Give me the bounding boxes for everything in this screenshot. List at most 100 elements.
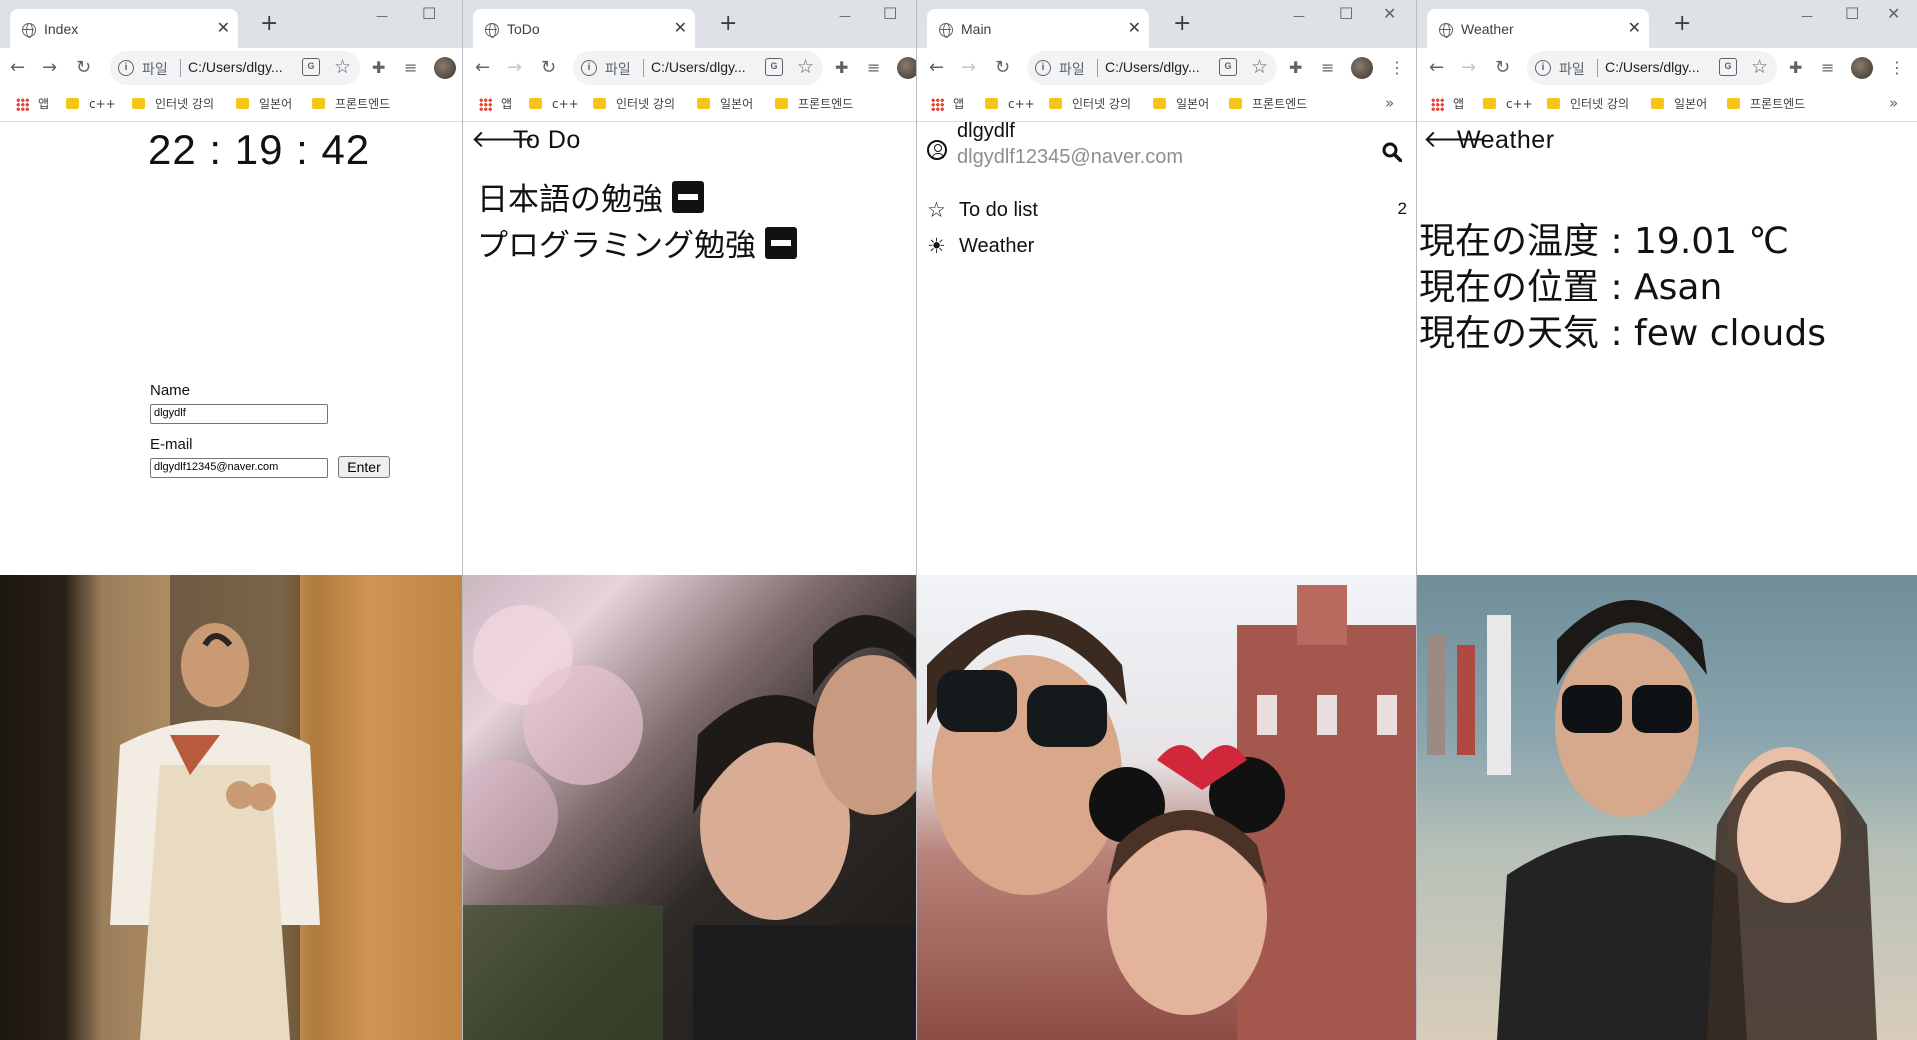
new-tab-button[interactable]: +: [1673, 10, 1691, 38]
address-bar[interactable]: i 파일 C:/Users/dlgy... G ☆: [1027, 51, 1277, 85]
bookmark-star-icon[interactable]: ☆: [797, 56, 814, 78]
bookmark-star-icon[interactable]: ☆: [1251, 56, 1268, 78]
tab-close-button[interactable]: ✕: [217, 18, 230, 38]
profile-avatar[interactable]: [434, 57, 456, 79]
reload-icon[interactable]: ↻: [541, 56, 556, 80]
bookmark-folder-frontend[interactable]: 프론트엔드: [1727, 96, 1805, 112]
address-bar[interactable]: i 파일 C:/Users/dlgy... G ☆: [573, 51, 823, 85]
close-window-button[interactable]: ✕: [1383, 4, 1396, 24]
minimize-button[interactable]: —: [1293, 6, 1305, 26]
enter-button[interactable]: Enter: [338, 456, 390, 478]
tab-weather[interactable]: Weather ✕: [1427, 9, 1649, 48]
more-bookmarks-icon[interactable]: »: [1385, 94, 1394, 112]
address-bar[interactable]: i 파일 C:/Users/dlgy... G ☆: [1527, 51, 1777, 85]
bookmark-folder-japanese[interactable]: 일본어: [236, 96, 292, 112]
translate-icon[interactable]: G: [1719, 58, 1737, 76]
forward-arrow-icon[interactable]: →: [42, 56, 57, 80]
profile-avatar[interactable]: [1851, 57, 1873, 79]
back-arrow-icon[interactable]: ←: [475, 56, 490, 80]
close-window-button[interactable]: ✕: [1887, 4, 1900, 24]
back-arrow-icon[interactable]: ←: [10, 56, 25, 80]
tab-main[interactable]: Main ✕: [927, 9, 1149, 48]
reload-icon[interactable]: ↻: [76, 56, 91, 80]
minimize-button[interactable]: —: [376, 6, 388, 26]
reading-list-icon[interactable]: ≡: [1321, 57, 1334, 79]
apps-grid-icon[interactable]: [931, 98, 944, 111]
bookmark-folder-cpp[interactable]: c++: [529, 96, 579, 112]
bookmark-folder-lectures[interactable]: 인터넷 강의: [1547, 96, 1629, 112]
search-icon[interactable]: [1382, 142, 1402, 162]
info-icon[interactable]: i: [1035, 60, 1051, 76]
name-field[interactable]: dlgydlf: [150, 404, 328, 424]
info-icon[interactable]: i: [118, 60, 134, 76]
bookmark-folder-lectures[interactable]: 인터넷 강의: [593, 96, 675, 112]
new-tab-button[interactable]: +: [260, 10, 278, 38]
bookmark-folder-frontend[interactable]: 프론트엔드: [1229, 96, 1307, 112]
apps-grid-icon[interactable]: [479, 98, 492, 111]
delete-minus-icon[interactable]: [765, 227, 797, 259]
forward-arrow-icon[interactable]: →: [1461, 56, 1476, 80]
reading-list-icon[interactable]: ≡: [1821, 57, 1834, 79]
tab-close-button[interactable]: ✕: [674, 18, 687, 38]
minimize-button[interactable]: —: [1801, 6, 1813, 26]
bookmark-apps[interactable]: 앱: [1453, 96, 1464, 112]
bookmark-apps[interactable]: 앱: [38, 96, 49, 112]
bookmark-folder-cpp[interactable]: c++: [66, 96, 116, 112]
back-arrow-icon[interactable]: ←: [929, 56, 944, 80]
forward-arrow-icon[interactable]: →: [961, 56, 976, 80]
bookmark-folder-frontend[interactable]: 프론트엔드: [775, 96, 853, 112]
bookmark-folder-lectures[interactable]: 인터넷 강의: [132, 96, 214, 112]
translate-icon[interactable]: G: [1219, 58, 1237, 76]
profile-avatar[interactable]: [897, 57, 916, 79]
bookmark-apps[interactable]: 앱: [953, 96, 964, 112]
url-text[interactable]: C:/Users/dlgy...: [1605, 59, 1700, 75]
reload-icon[interactable]: ↻: [995, 56, 1010, 80]
delete-minus-icon[interactable]: [672, 181, 704, 213]
new-tab-button[interactable]: +: [719, 10, 737, 38]
reading-list-icon[interactable]: ≡: [404, 57, 417, 79]
maximize-button[interactable]: ☐: [422, 4, 436, 24]
bookmark-apps[interactable]: 앱: [501, 96, 512, 112]
forward-arrow-icon[interactable]: →: [507, 56, 522, 80]
maximize-button[interactable]: ☐: [1339, 4, 1353, 24]
more-menu-icon[interactable]: ⋮: [1889, 57, 1905, 79]
more-bookmarks-icon[interactable]: »: [1889, 94, 1898, 112]
back-arrow-icon[interactable]: ←: [1429, 56, 1444, 80]
tab-index[interactable]: Index ✕: [10, 9, 238, 48]
bookmark-folder-frontend[interactable]: 프론트엔드: [312, 96, 390, 112]
url-text[interactable]: C:/Users/dlgy...: [188, 59, 283, 75]
bookmark-folder-cpp[interactable]: c++: [1483, 96, 1533, 112]
more-menu-icon[interactable]: ⋮: [1389, 57, 1405, 79]
info-icon[interactable]: i: [1535, 60, 1551, 76]
extensions-icon[interactable]: ✚: [835, 57, 848, 79]
minimize-button[interactable]: —: [839, 6, 851, 26]
tab-close-button[interactable]: ✕: [1628, 18, 1641, 38]
email-field[interactable]: dlgydlf12345@naver.com: [150, 458, 328, 478]
maximize-button[interactable]: ☐: [883, 4, 897, 24]
apps-grid-icon[interactable]: [16, 98, 29, 111]
profile-avatar[interactable]: [1351, 57, 1373, 79]
new-tab-button[interactable]: +: [1173, 10, 1191, 38]
bookmark-folder-lectures[interactable]: 인터넷 강의: [1049, 96, 1131, 112]
bookmark-star-icon[interactable]: ☆: [334, 56, 351, 78]
apps-grid-icon[interactable]: [1431, 98, 1444, 111]
translate-icon[interactable]: G: [765, 58, 783, 76]
menu-item-todo-list[interactable]: ☆ To do list 2: [927, 196, 1407, 226]
bookmark-folder-japanese[interactable]: 일본어: [697, 96, 753, 112]
url-text[interactable]: C:/Users/dlgy...: [1105, 59, 1200, 75]
extensions-icon[interactable]: ✚: [1789, 57, 1802, 79]
info-icon[interactable]: i: [581, 60, 597, 76]
reading-list-icon[interactable]: ≡: [867, 57, 880, 79]
bookmark-folder-japanese[interactable]: 일본어: [1153, 96, 1209, 112]
bookmark-folder-cpp[interactable]: c++: [985, 96, 1035, 112]
extensions-icon[interactable]: ✚: [1289, 57, 1302, 79]
maximize-button[interactable]: ☐: [1845, 4, 1859, 24]
bookmark-folder-japanese[interactable]: 일본어: [1651, 96, 1707, 112]
menu-item-weather[interactable]: ☀ Weather: [927, 232, 1407, 262]
extensions-icon[interactable]: ✚: [372, 57, 385, 79]
tab-todo[interactable]: ToDo ✕: [473, 9, 695, 48]
bookmark-star-icon[interactable]: ☆: [1751, 56, 1768, 78]
translate-icon[interactable]: G: [302, 58, 320, 76]
address-bar[interactable]: i 파일 C:/Users/dlgy... G ☆: [110, 51, 360, 85]
tab-close-button[interactable]: ✕: [1128, 18, 1141, 38]
